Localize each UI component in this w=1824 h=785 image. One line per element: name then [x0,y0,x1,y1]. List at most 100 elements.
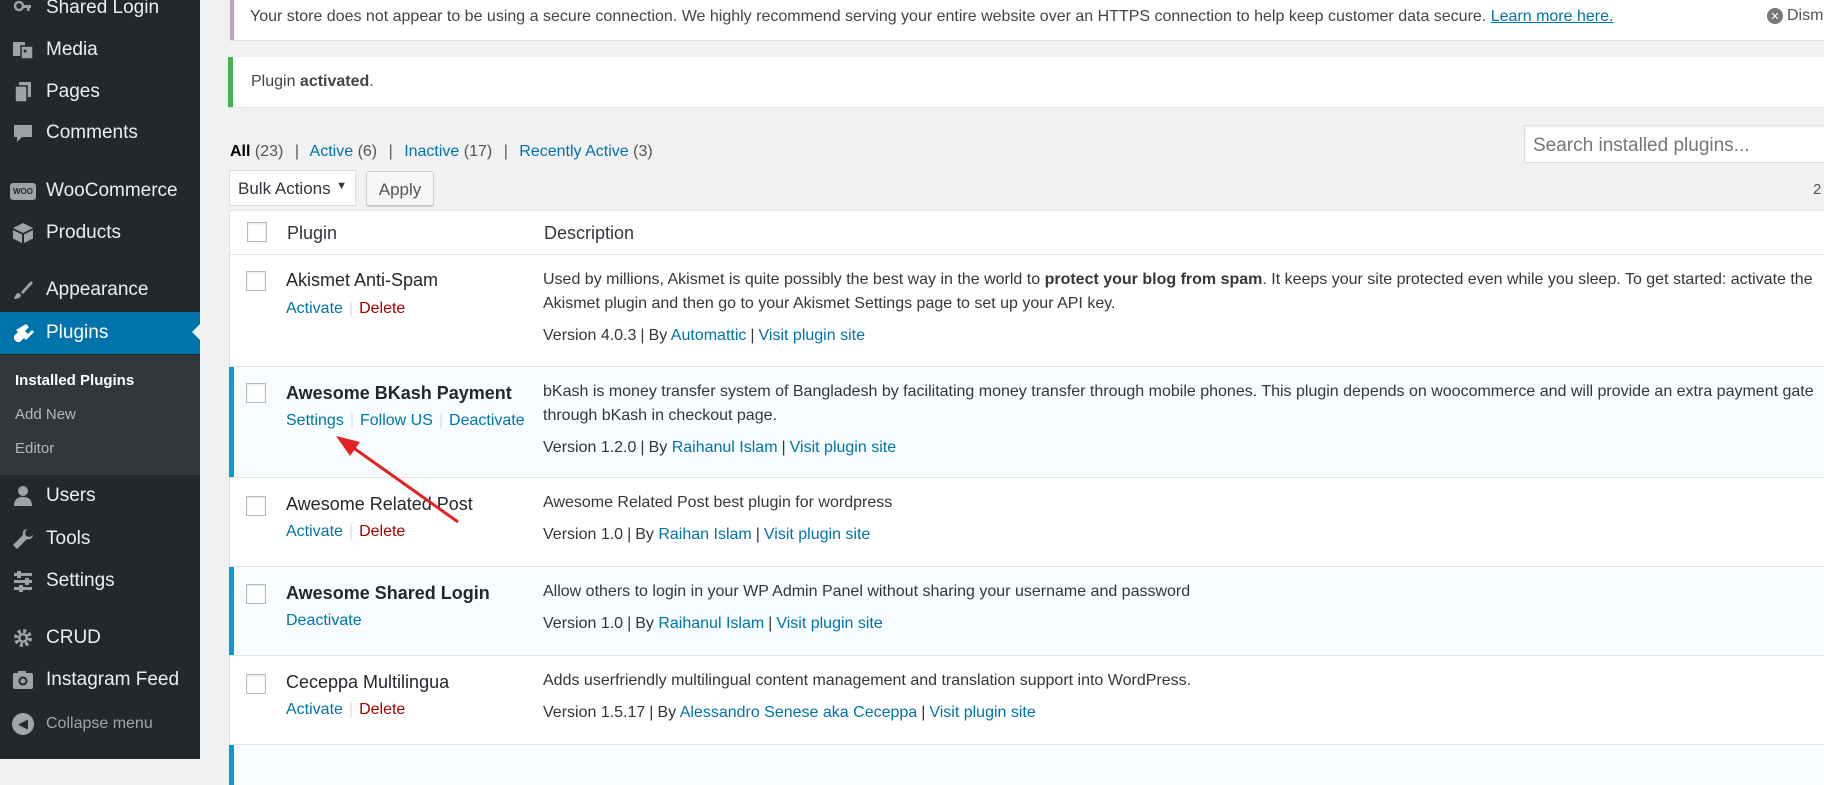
https-warning-text: Your store does not appear to be using a… [250,8,1613,26]
collapse-icon: ◀ [12,713,34,735]
row-checkbox[interactable] [246,496,266,516]
visit-plugin-site-link[interactable]: Visit plugin site [764,526,870,543]
action-separator: | [348,300,354,317]
menu-media[interactable]: Media [0,30,200,70]
row-checkbox[interactable] [246,271,266,291]
apply-button[interactable]: Apply [366,171,434,206]
collapse-menu-button[interactable]: ◀ Collapse menu [10,713,153,735]
table-row: Awesome BKash Payment Settings | Follow US… [229,367,1824,478]
menu-users[interactable]: Users [0,476,200,516]
plugin-name: Awesome BKash Payment [286,383,512,403]
settings-link[interactable]: Settings [286,412,344,429]
visit-plugin-site-link[interactable]: Visit plugin site [929,704,1035,721]
dismiss-button[interactable]: ✕ Dism [1767,7,1823,25]
plugin-version: Version 1.2.0 [543,439,637,456]
menu-label: CRUD [46,627,101,648]
filter-all[interactable]: All [230,143,250,160]
deactivate-link[interactable]: Deactivate [286,612,362,629]
users-icon [10,483,36,509]
row-checkbox[interactable] [246,584,266,604]
menu-label: Users [46,485,96,506]
menu-appearance[interactable]: Appearance [0,270,200,310]
table-row: Awesome Shared Login Deactivate Allow ot… [229,567,1824,656]
plugin-description: Awesome Related Post best plugin for wor… [543,491,892,515]
table-row: Awesome Related Post Activate | Delete Awe… [230,478,1824,567]
submenu-installed-plugins[interactable]: Installed Plugins [15,372,134,389]
menu-label: Products [46,222,121,243]
bulk-actions-select[interactable]: Bulk Actions ▼ [229,170,356,206]
meta-separator: | [640,439,645,456]
select-all-checkbox[interactable] [247,222,267,242]
menu-label: WooCommerce [46,180,178,201]
plugin-meta: Version 1.5.17 | By Alessandro Senese aka … [543,704,1036,722]
submenu-add-new[interactable]: Add New [15,406,76,423]
menu-label: Shared Login [46,0,160,18]
activate-link[interactable]: Activate [286,300,343,317]
follow-us-link[interactable]: Follow US [360,412,433,429]
menu-instagram-feed[interactable]: Instagram Feed [0,660,200,700]
table-header: Plugin Description [230,211,1824,255]
author-link[interactable]: Raihanul Islam [658,615,764,632]
menu-comments[interactable]: Comments [0,113,200,153]
menu-plugins[interactable]: Plugins [0,312,200,354]
table-row: Akismet Anti-Spam Activate | Delete Used b… [230,255,1824,367]
col-plugin-header: Plugin [287,223,338,243]
https-warning-message: Your store does not appear to be using a… [250,8,1487,25]
delete-link[interactable]: Delete [359,701,405,718]
activate-link[interactable]: Activate [286,523,343,540]
menu-label: Settings [46,570,115,591]
visit-plugin-site-link[interactable]: Visit plugin site [776,615,882,632]
filter-separator: | [503,143,508,160]
plugin-name: Ceceppa Multilingua [286,672,450,692]
menu-label: Instagram Feed [46,669,180,690]
author-link[interactable]: Raihanul Islam [672,439,778,456]
visit-plugin-site-link[interactable]: Visit plugin site [759,327,865,344]
meta-separator: | [921,704,926,721]
by-label: By [635,615,654,632]
author-link[interactable]: Alessandro Senese aka Ceceppa [680,704,918,721]
woocommerce-icon: WOO [10,178,36,204]
menu-crud[interactable]: CRUD [0,618,200,658]
filter-separator: | [294,143,299,160]
col-description-header: Description [544,223,635,243]
learn-more-link[interactable]: Learn more here. [1491,8,1614,25]
meta-separator: | [627,615,632,632]
author-link[interactable]: Raihan Islam [658,526,751,543]
action-separator: | [348,523,354,540]
menu-settings[interactable]: Settings [0,561,200,601]
filter-active-count: (6) [357,143,378,160]
deactivate-link[interactable]: Deactivate [449,412,525,429]
menu-woocommerce[interactable]: WOO WooCommerce [0,171,200,211]
menu-pages[interactable]: Pages [0,72,200,112]
plugin-status-filters: All (23) | Active (6) | Inactive (17) | … [230,143,653,161]
visit-plugin-site-link[interactable]: Visit plugin site [790,439,896,456]
table-row: Ceceppa Multilingua Activate | Delete Adds… [230,656,1824,745]
submenu-editor[interactable]: Editor [15,440,54,457]
delete-link[interactable]: Delete [359,523,405,540]
chevron-down-icon: ▼ [336,180,347,192]
row-actions: Settings | Follow US | Deactivate [286,412,525,430]
meta-separator: | [627,526,632,543]
filter-recently-active[interactable]: Recently Active [519,143,628,160]
menu-shared-login[interactable]: Shared Login [0,0,200,28]
menu-products[interactable]: Products [0,213,200,253]
meta-separator: | [768,615,773,632]
author-link[interactable]: Automattic [671,327,747,344]
filter-inactive[interactable]: Inactive [404,143,459,160]
media-icon [10,37,36,63]
row-checkbox[interactable] [246,383,266,403]
activated-bold: activated [299,73,370,90]
description-text: Awesome Related Post best plugin for wor… [543,494,893,511]
plugin-name: Awesome Related Post [286,494,473,514]
search-plugins-input[interactable]: Search installed plugins... [1524,125,1824,163]
menu-label: Plugins [46,322,109,343]
menu-tools[interactable]: Tools [0,519,200,559]
description-text: Akismet plugin and then go to your Akism… [543,295,1116,312]
key-icon [10,0,36,21]
delete-link[interactable]: Delete [359,300,405,317]
filter-active[interactable]: Active [310,143,354,160]
row-checkbox[interactable] [246,674,266,694]
activate-link[interactable]: Activate [286,701,343,718]
products-icon [10,220,36,246]
description-text: Used by millions, Akismet is quite possi… [543,271,1045,288]
